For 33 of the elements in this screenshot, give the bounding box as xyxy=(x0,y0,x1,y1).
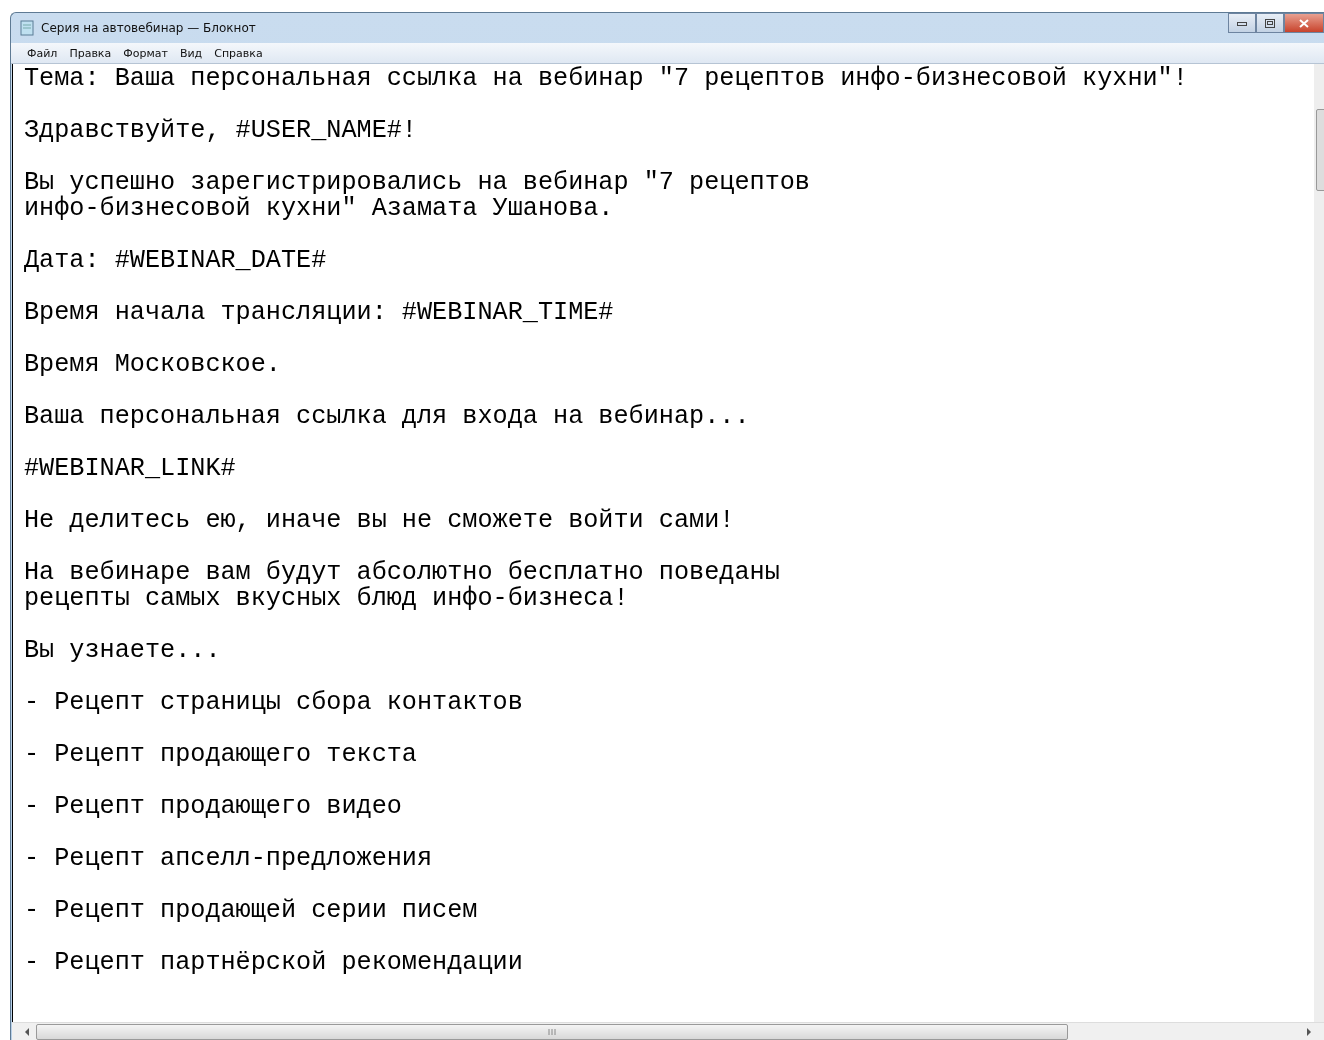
text-line: - Рецепт апселл-предложения xyxy=(24,846,434,872)
text-line: Время Московское. xyxy=(24,352,282,378)
minimize-button[interactable] xyxy=(1228,13,1256,33)
text-line: - Рецепт продающей серии писем xyxy=(24,898,479,924)
vertical-scrollbar[interactable] xyxy=(1314,64,1324,1022)
text-line: Вы узнаете... xyxy=(24,638,222,664)
maximize-icon xyxy=(1265,18,1275,28)
scroll-left-icon[interactable] xyxy=(24,1028,30,1036)
menu-item[interactable]: Файл xyxy=(21,45,64,61)
close-button[interactable] xyxy=(1284,13,1324,33)
menu-item[interactable]: Вид xyxy=(173,45,209,61)
minimize-icon xyxy=(1237,20,1247,26)
menu-item[interactable]: Справка xyxy=(208,45,269,61)
text-line: - Рецепт продающего текста xyxy=(24,742,418,768)
menu-item[interactable]: Формат xyxy=(117,45,174,61)
close-icon xyxy=(1299,18,1309,28)
text-line: Не делитесь ею, иначе вы не сможете войти сами! xyxy=(24,508,736,534)
text-line: Тема: Ваша персональная ссылка на вебинар "7 рецептов инфо-бизнесовой кухни"! xyxy=(24,66,1189,92)
text-line: Здравствуйте, #USER_NAME#! xyxy=(24,118,418,144)
menu-item[interactable]: Правка xyxy=(63,45,118,61)
text-line: - Рецепт партнёрской рекомендации xyxy=(24,950,524,976)
maximize-button[interactable] xyxy=(1256,13,1284,33)
text-line: Ваша персональная ссылка для входа на вебинар... xyxy=(24,404,751,430)
text-line: Время начала трансляции: #WEBINAR_TIME# xyxy=(24,300,615,326)
window-title: Серия на автовебинар — Блокнот xyxy=(41,21,257,35)
text-line: - Рецепт продающего видео xyxy=(24,794,403,820)
scroll-right-icon[interactable] xyxy=(1306,1028,1312,1036)
text-line: На вебинаре вам будут абсолютно бесплатно поведаны рецепты самых вкусных блюд инфо-бизнеса! xyxy=(24,560,781,612)
notepad-icon xyxy=(19,20,35,36)
text-line: #WEBINAR_LINK# xyxy=(24,456,237,482)
text-line: Дата: #WEBINAR_DATE# xyxy=(24,248,328,274)
text-line: Вы успешно зарегистрировались на вебинар "7 рецептов инфо-бизнесовой кухни" Азамата Ушанова. xyxy=(24,170,811,222)
text-line: - Рецепт страницы сбора контактов xyxy=(24,690,524,716)
